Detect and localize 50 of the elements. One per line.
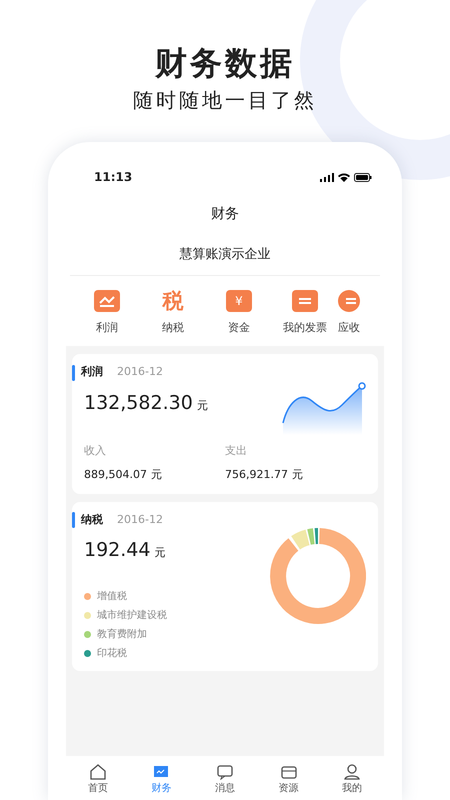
card-period: 2016-12 bbox=[117, 512, 163, 528]
currency-unit: 元 bbox=[292, 467, 303, 484]
card-title: 利润 bbox=[81, 364, 103, 380]
page-title: 财务 bbox=[210, 205, 240, 224]
shortcut-label: 我的发票 bbox=[283, 320, 327, 336]
shortcut-label: 资金 bbox=[228, 320, 250, 336]
legend-label: 教育费附加 bbox=[97, 628, 147, 642]
shortcut-label: 应收 bbox=[338, 320, 360, 336]
shortcut-item[interactable]: ¥ 资金 bbox=[206, 290, 272, 336]
ticket-icon bbox=[292, 290, 318, 312]
person-icon bbox=[342, 762, 362, 780]
headline-title: 财务数据 bbox=[154, 44, 296, 82]
currency-unit: 元 bbox=[196, 398, 208, 414]
legend-label: 印花税 bbox=[97, 646, 127, 661]
company-name: 慧算账演示企业 bbox=[70, 239, 380, 276]
shortcut-item[interactable]: 应收 bbox=[338, 290, 360, 336]
headline-subtitle: 随时随地一目了然 bbox=[132, 88, 318, 112]
status-time: 11:13 bbox=[94, 169, 132, 186]
battery-icon bbox=[354, 172, 372, 182]
shortcut-item[interactable]: 利润 bbox=[74, 290, 140, 336]
tax-glyph-icon: 税 bbox=[162, 290, 184, 312]
tab-bar-item[interactable]: 首页 bbox=[88, 762, 108, 796]
tab-bar-item[interactable]: 消息 bbox=[214, 762, 235, 796]
stat-label: 收入 bbox=[84, 442, 107, 459]
tab-bar-item[interactable]: 资源 bbox=[278, 762, 299, 796]
signal-icon bbox=[320, 172, 334, 182]
shortcut-item[interactable]: 税 纳税 bbox=[140, 290, 206, 336]
shortcut-item[interactable]: 我的发票 bbox=[272, 290, 338, 336]
shortcut-label: 纳税 bbox=[162, 320, 184, 336]
coin-icon bbox=[338, 290, 360, 312]
stat-amount: 889,504.07 bbox=[84, 467, 147, 484]
legend-label: 增值税 bbox=[97, 590, 127, 604]
currency-unit: 元 bbox=[154, 545, 166, 562]
wallet-icon: ¥ bbox=[226, 290, 252, 312]
accent-bar bbox=[72, 364, 75, 381]
stat-amount: 756,921.77 bbox=[225, 467, 288, 484]
tab-bar-item[interactable]: 财务 bbox=[151, 762, 172, 796]
card-period: 2016-12 bbox=[117, 364, 163, 380]
legend-label: 城市维护建设税 bbox=[97, 608, 167, 623]
wifi-icon bbox=[338, 172, 350, 182]
house-icon bbox=[88, 762, 108, 780]
currency-unit: 元 bbox=[150, 467, 162, 484]
profit-amount: 132,582.30 bbox=[84, 390, 193, 416]
tab-bar-item[interactable]: 我的 bbox=[342, 762, 362, 796]
tax-amount: 192.44 bbox=[84, 538, 150, 564]
chart-icon bbox=[94, 290, 120, 312]
accent-bar bbox=[72, 512, 75, 528]
shortcut-label: 利润 bbox=[96, 320, 118, 336]
card-title: 纳税 bbox=[81, 512, 103, 528]
stat-label: 支出 bbox=[225, 442, 248, 459]
